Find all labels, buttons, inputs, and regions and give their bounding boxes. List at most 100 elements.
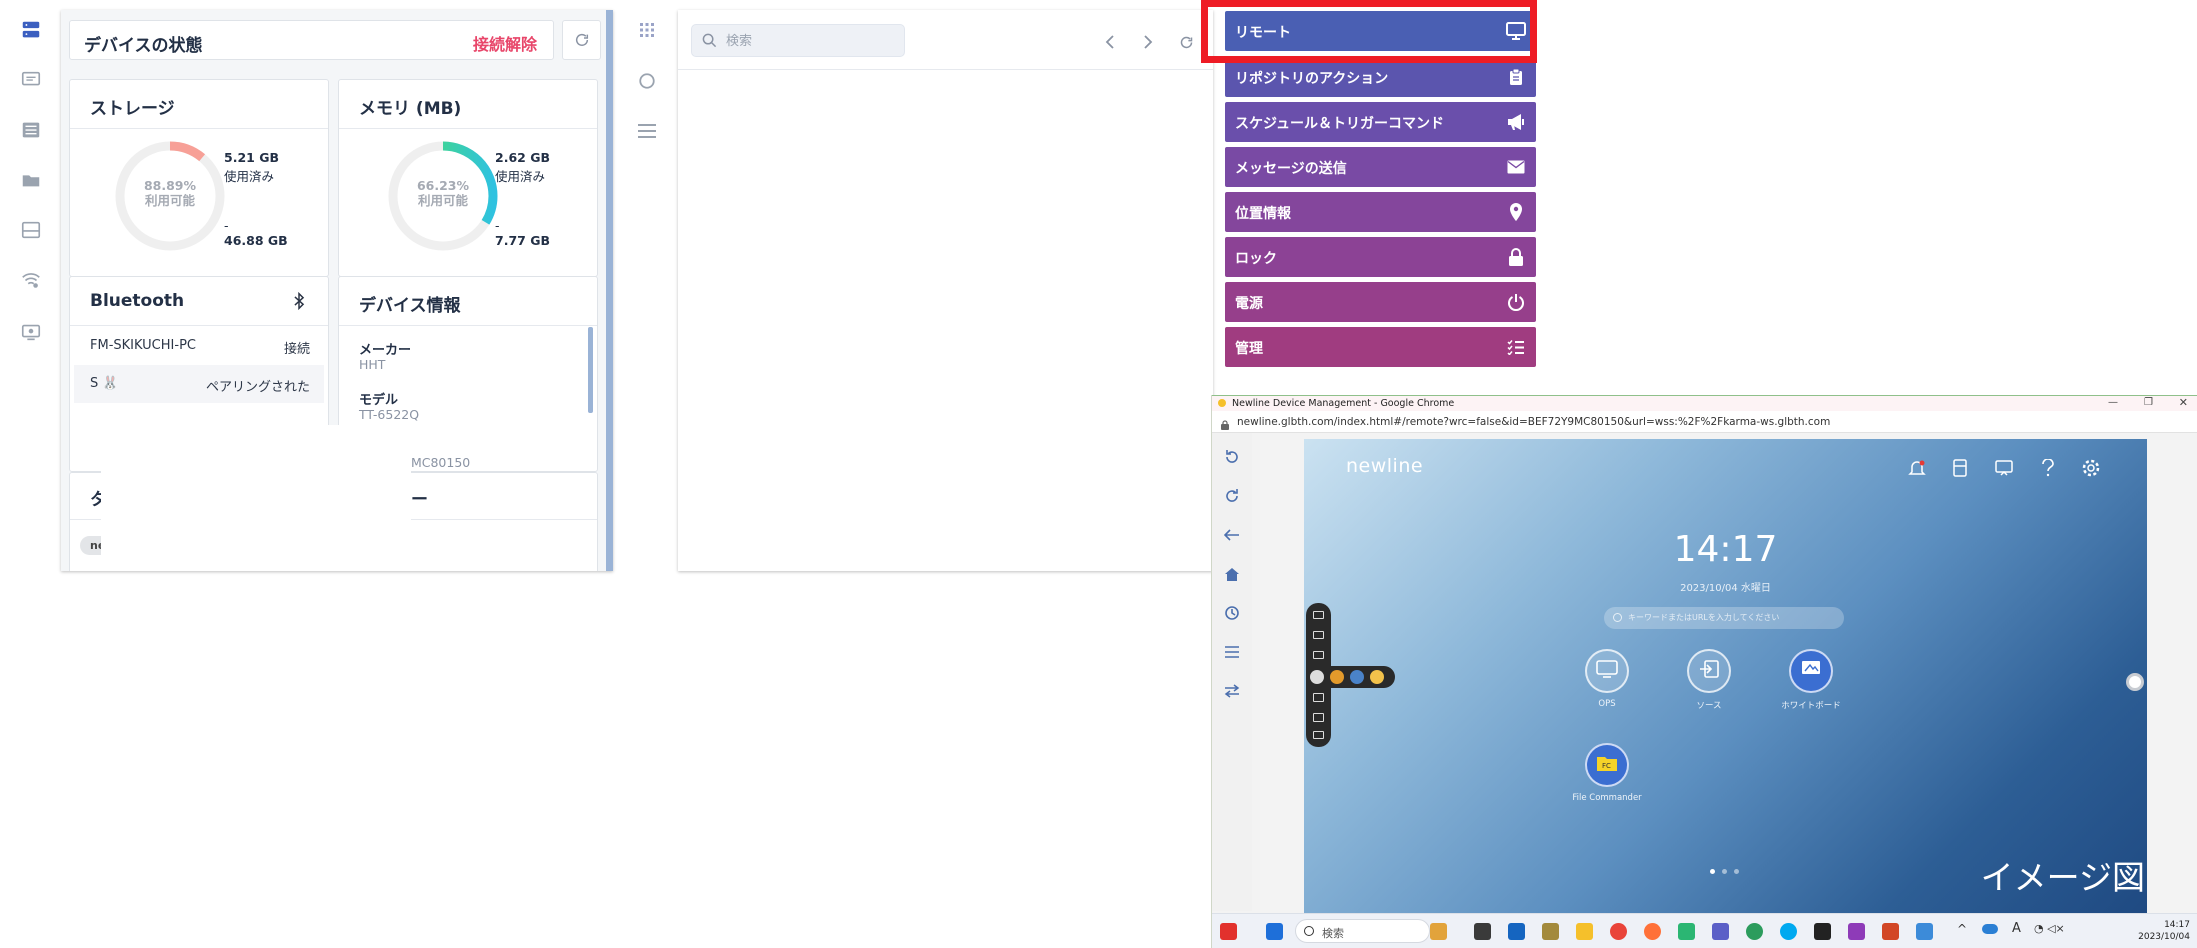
back-arrow-icon[interactable] [1222, 525, 1242, 545]
chrome-icon[interactable] [1746, 923, 1763, 940]
reload-button[interactable] [1178, 34, 1194, 50]
back-icon[interactable] [1313, 731, 1324, 739]
browser-address-bar[interactable]: newline.glbth.com/index.html#/remote?wrc… [1212, 411, 2197, 433]
app-ops[interactable]: OPS [1562, 649, 1652, 709]
page-dot[interactable] [1722, 869, 1727, 874]
app-icon[interactable] [1220, 923, 1237, 940]
chevron-left-icon [1105, 35, 1114, 49]
app-icon[interactable] [1814, 923, 1831, 940]
app-whiteboard[interactable]: ホワイトボード [1766, 649, 1856, 711]
screen-message-icon[interactable] [1993, 457, 2015, 479]
bluetooth-device-row[interactable]: FM-SKIKUCHI-PC 接続 [74, 327, 324, 365]
gear-icon[interactable] [2080, 457, 2102, 479]
page-dot[interactable] [1734, 869, 1739, 874]
menu-item-schedule-trigger[interactable]: スケジュール＆トリガーコマンド [1225, 102, 1536, 142]
home-icon[interactable] [1222, 564, 1242, 584]
menu-item-management[interactable]: 管理 [1225, 327, 1536, 367]
panel-scrollbar[interactable] [606, 10, 613, 571]
menu-item-label: リポジトリのアクション [1235, 71, 1389, 87]
remote-toolbar [1212, 433, 1252, 911]
app-file-commander[interactable]: FC File Commander [1562, 743, 1652, 803]
app-icon[interactable] [1430, 923, 1447, 940]
rotate-left-icon[interactable] [1222, 447, 1242, 467]
menu-item-send-message[interactable]: メッセージの送信 [1225, 147, 1536, 187]
refresh-button[interactable] [562, 20, 601, 60]
menu-item-repository-actions[interactable]: リポジトリのアクション [1225, 57, 1536, 97]
message-icon[interactable] [19, 68, 43, 92]
app-icon[interactable] [1542, 923, 1559, 940]
menu-lines-icon[interactable] [1222, 642, 1242, 662]
quick-tools-pill[interactable] [1306, 666, 1395, 688]
powerpoint-icon[interactable] [1882, 923, 1899, 940]
app-source[interactable]: ソース [1664, 649, 1754, 711]
file-explorer-icon[interactable] [1576, 923, 1593, 940]
history-icon[interactable] [1222, 603, 1242, 623]
tool-dot-icon[interactable] [1330, 670, 1344, 684]
loading-icon[interactable] [636, 70, 658, 92]
menu-item-lock[interactable]: ロック [1225, 237, 1536, 277]
drive-icon[interactable] [19, 218, 43, 242]
network-volume-icon[interactable]: ◔ ◁× [2034, 922, 2065, 935]
floating-assist-button[interactable] [2126, 673, 2144, 691]
onedrive-icon[interactable] [1982, 924, 1998, 934]
menu-lines-icon[interactable] [636, 120, 658, 142]
notification-bell-icon[interactable] [1906, 457, 1928, 479]
storage-available-label: 利用可能 [144, 193, 195, 208]
onenote-icon[interactable] [1848, 923, 1865, 940]
taskbar-clock[interactable]: 14:17 2023/10/04 [2138, 919, 2190, 943]
app-icon[interactable] [1678, 923, 1695, 940]
home-clock: 14:17 [1673, 529, 1778, 570]
list-icon[interactable] [19, 118, 43, 142]
teams-icon[interactable] [1712, 923, 1729, 940]
cast-icon[interactable] [1313, 651, 1324, 659]
home-search-bar[interactable]: キーワードまたはURLを入力してください [1604, 607, 1844, 629]
close-icon[interactable]: ✕ [2179, 396, 2188, 409]
tool-dot-icon[interactable] [1310, 670, 1324, 684]
menu-item-power[interactable]: 電源 [1225, 282, 1536, 322]
rotate-right-icon[interactable] [1222, 486, 1242, 506]
windows-icon[interactable] [1313, 713, 1324, 722]
home-icon[interactable] [1313, 693, 1324, 702]
tray-chevron-icon[interactable]: ^ [1957, 922, 1967, 936]
windows-start-icon[interactable] [1266, 923, 1283, 940]
memory-used-label: 使用済み [495, 169, 546, 184]
tool-dot-icon[interactable] [1370, 670, 1384, 684]
device-panel: デバイスの状態 接続解除 ストレージ 88.89% 利用可能 5.21 GB 使… [61, 10, 613, 571]
remote-screen[interactable]: newline 14:17 2023/10/04 水曜日 キーワードまたはURL… [1304, 439, 2147, 913]
skype-icon[interactable] [1780, 923, 1797, 940]
search-box[interactable] [691, 24, 905, 57]
page-dot-active[interactable] [1710, 869, 1715, 874]
restore-icon[interactable]: ❐ [2144, 397, 2153, 408]
folder-icon[interactable] [19, 168, 43, 192]
app-icon[interactable] [1474, 923, 1491, 940]
memory-available-pct: 66.23% [416, 178, 470, 193]
memory-title: メモリ (MB) [359, 99, 462, 119]
server-icon[interactable] [19, 18, 43, 42]
tool-dot-icon[interactable] [1350, 670, 1364, 684]
envelope-icon [1506, 157, 1526, 177]
forward-button[interactable] [1140, 34, 1156, 50]
firefox-icon[interactable] [1644, 923, 1661, 940]
app-icon[interactable] [1916, 923, 1933, 940]
chrome-icon[interactable] [1610, 923, 1627, 940]
grid-icon[interactable] [636, 19, 658, 41]
info-scrollbar[interactable] [588, 327, 593, 413]
back-button[interactable] [1102, 34, 1118, 50]
font-icon[interactable]: A [2012, 921, 2021, 936]
storage-box-icon[interactable] [1949, 457, 1971, 479]
taskbar-search[interactable]: 検索 [1295, 919, 1430, 943]
swap-icon[interactable] [1222, 681, 1242, 701]
bluetooth-device-row[interactable]: S 🐰 ペアリングされた [74, 365, 324, 403]
screen-share-icon[interactable] [1313, 611, 1324, 619]
minimize-icon[interactable]: — [2108, 397, 2118, 408]
help-icon[interactable] [2037, 457, 2059, 479]
maker-label: メーカー [359, 343, 412, 358]
annotate-icon[interactable] [1313, 631, 1324, 639]
screen-icon[interactable] [19, 320, 43, 344]
search-input[interactable] [726, 31, 896, 51]
home-search-hint: キーワードまたはURLを入力してください [1628, 613, 1780, 622]
disconnect-button[interactable]: 接続解除 [473, 31, 537, 55]
menu-item-location[interactable]: 位置情報 [1225, 192, 1536, 232]
app-icon[interactable] [1508, 923, 1525, 940]
wifi-settings-icon[interactable] [19, 268, 43, 292]
